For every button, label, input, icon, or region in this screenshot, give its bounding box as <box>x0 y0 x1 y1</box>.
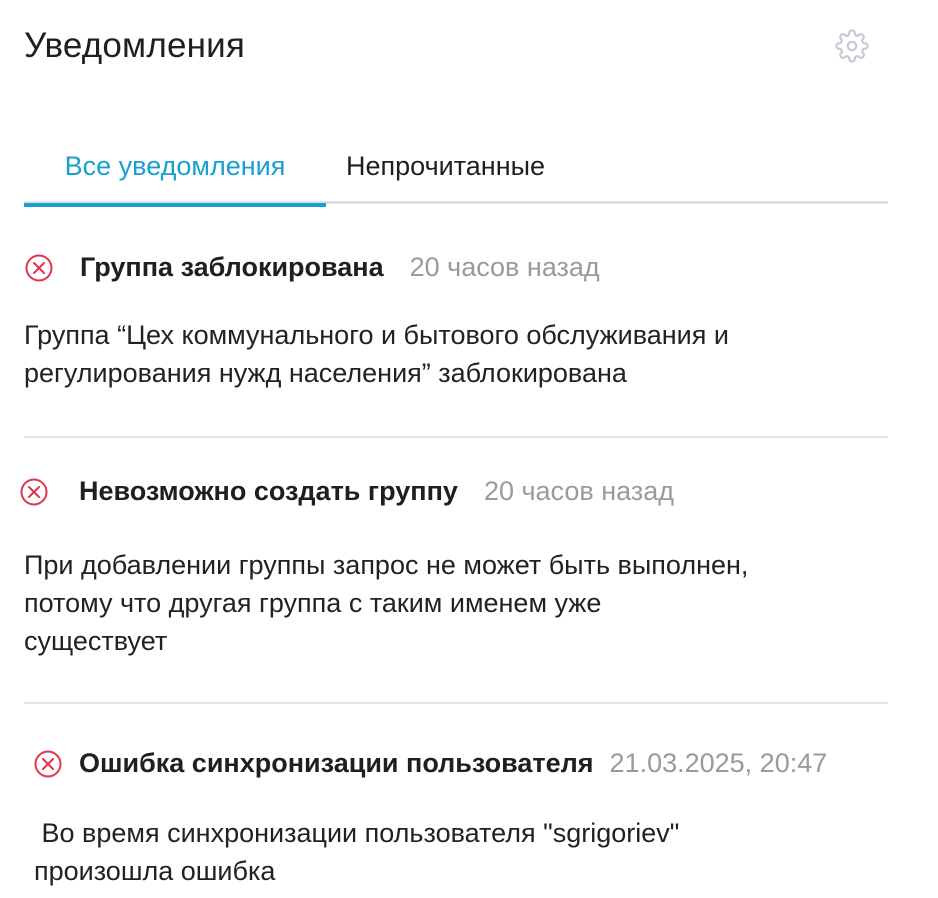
tab-unread[interactable]: Непрочитанные <box>326 128 606 204</box>
notification-header: Невозможно создать группу 20 часов назад <box>19 476 674 507</box>
page-title: Уведомления <box>24 26 246 65</box>
notification-body: При добавлении группы запрос не может бы… <box>24 546 888 660</box>
notification-body-line: потому что другая группа с таким именем … <box>24 588 602 618</box>
settings-button[interactable] <box>834 28 870 68</box>
notification-body-line: регулирования нужд населения” заблокиров… <box>24 358 627 388</box>
notification-body-line: Группа “Цех коммунального и бытового обс… <box>24 320 729 350</box>
error-circle-x-icon <box>19 477 49 507</box>
notification-body-line: произошла ошибка <box>34 856 276 886</box>
error-circle-x-icon <box>33 749 63 779</box>
notification-time: 21.03.2025, 20:47 <box>609 748 828 778</box>
notification-body-line: При добавлении группы запрос не может бы… <box>24 550 749 580</box>
notification-body: Во время синхронизации пользователя "sgr… <box>34 814 898 890</box>
notification-time: 20 часов назад <box>409 252 600 282</box>
divider <box>24 702 888 704</box>
tab-all-notifications[interactable]: Все уведомления <box>24 128 326 207</box>
error-circle-x-icon <box>24 253 54 283</box>
notification-time: 20 часов назад <box>483 476 674 506</box>
divider <box>24 436 888 438</box>
notification-body-line: Во время синхронизации пользователя "sgr… <box>34 818 680 848</box>
notification-title: Ошибка синхронизации пользователя <box>79 748 594 778</box>
notification-body: Группа “Цех коммунального и бытового обс… <box>24 316 888 392</box>
notification-header: Ошибка синхронизации пользователя 21.03.… <box>33 748 827 779</box>
notification-tabs: Все уведомления Непрочитанные <box>24 128 888 207</box>
notification-header: Группа заблокирована 20 часов назад <box>24 252 600 283</box>
notifications-panel: Уведомления Все уведомления Непрочитанны… <box>0 0 938 898</box>
notification-body-line: существует <box>24 626 168 656</box>
notification-title: Группа заблокирована <box>80 252 384 282</box>
notification-title: Невозможно создать группу <box>79 476 458 506</box>
gear-icon <box>835 28 869 68</box>
